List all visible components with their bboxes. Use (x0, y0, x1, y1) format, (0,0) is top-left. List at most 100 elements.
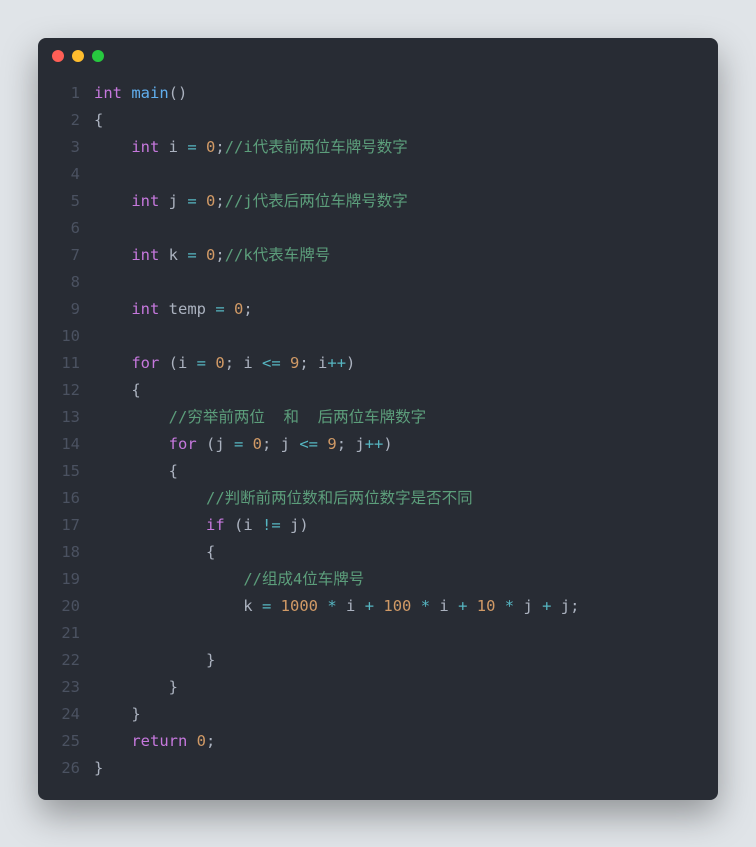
code-token: 1000 (281, 597, 318, 615)
code-token: k (94, 597, 262, 615)
line-number: 20 (38, 593, 94, 620)
code-line: 22 } (38, 647, 718, 674)
code-area[interactable]: 1int main()2{3 int i = 0;//i代表前两位车牌号数字4 … (38, 74, 718, 800)
code-content: int i = 0;//i代表前两位车牌号数字 (94, 134, 718, 161)
code-token: + (458, 597, 467, 615)
line-number: 26 (38, 755, 94, 782)
code-token: 0 (253, 435, 262, 453)
code-token: ; (206, 732, 215, 750)
code-token: != (262, 516, 281, 534)
code-token: 0 (234, 300, 243, 318)
code-token: 0 (206, 192, 215, 210)
code-line: 24 } (38, 701, 718, 728)
code-content: { (94, 377, 718, 404)
code-line: 7 int k = 0;//k代表车牌号 (38, 242, 718, 269)
code-line: 19 //组成4位车牌号 (38, 566, 718, 593)
code-content: //判断前两位数和后两位数字是否不同 (94, 485, 718, 512)
code-token (94, 732, 131, 750)
code-token: { (94, 543, 215, 561)
code-line: 6 (38, 215, 718, 242)
code-content: for (j = 0; j <= 9; j++) (94, 431, 718, 458)
code-line: 16 //判断前两位数和后两位数字是否不同 (38, 485, 718, 512)
code-content: k = 1000 * i + 100 * i + 10 * j + j; (94, 593, 718, 620)
code-line: 1int main() (38, 80, 718, 107)
line-number: 15 (38, 458, 94, 485)
code-token: ) (383, 435, 392, 453)
minimize-icon[interactable] (72, 50, 84, 62)
code-token: 10 (477, 597, 496, 615)
code-token (94, 354, 131, 372)
code-content (94, 620, 718, 647)
code-token: { (94, 111, 103, 129)
code-token (318, 435, 327, 453)
code-token: + (365, 597, 374, 615)
code-token (374, 597, 383, 615)
code-content (94, 269, 718, 296)
code-token: for (131, 354, 159, 372)
code-line: 13 //穷举前两位 和 后两位车牌数字 (38, 404, 718, 431)
code-content: { (94, 458, 718, 485)
code-content (94, 161, 718, 188)
line-number: 12 (38, 377, 94, 404)
line-number: 22 (38, 647, 94, 674)
code-content: return 0; (94, 728, 718, 755)
code-token: //i代表前两位车牌号数字 (225, 138, 408, 156)
code-line: 2{ (38, 107, 718, 134)
code-line: 5 int j = 0;//j代表后两位车牌号数字 (38, 188, 718, 215)
close-icon[interactable] (52, 50, 64, 62)
code-token: if (206, 516, 225, 534)
code-token: int (131, 192, 159, 210)
code-token: //判断前两位数和后两位数字是否不同 (206, 489, 473, 507)
code-token (187, 732, 196, 750)
line-number: 2 (38, 107, 94, 134)
code-line: 9 int temp = 0; (38, 296, 718, 323)
code-line: 23 } (38, 674, 718, 701)
code-token: k (159, 246, 187, 264)
code-token: i (337, 597, 365, 615)
line-number: 13 (38, 404, 94, 431)
code-token: * (327, 597, 336, 615)
code-token: ) (346, 354, 355, 372)
code-token: //组成4位车牌号 (243, 570, 364, 588)
code-token (467, 597, 476, 615)
line-number: 9 (38, 296, 94, 323)
code-token: <= (299, 435, 318, 453)
code-token: (i (159, 354, 196, 372)
code-token: = (187, 192, 196, 210)
code-token: = (262, 597, 271, 615)
code-content: } (94, 674, 718, 701)
code-token (94, 489, 206, 507)
line-number: 10 (38, 323, 94, 350)
code-line: 15 { (38, 458, 718, 485)
code-content: int main() (94, 80, 718, 107)
line-number: 24 (38, 701, 94, 728)
line-number: 25 (38, 728, 94, 755)
line-number: 18 (38, 539, 94, 566)
code-token: 0 (215, 354, 224, 372)
code-content: { (94, 539, 718, 566)
code-content: //组成4位车牌号 (94, 566, 718, 593)
code-token: i (159, 138, 187, 156)
code-token: ++ (327, 354, 346, 372)
code-token (411, 597, 420, 615)
code-token: ; (215, 246, 224, 264)
line-number: 17 (38, 512, 94, 539)
code-token: 0 (206, 246, 215, 264)
code-token (94, 570, 243, 588)
code-token: = (234, 435, 243, 453)
code-token: //k代表车牌号 (225, 246, 331, 264)
code-token: temp (159, 300, 215, 318)
line-number: 16 (38, 485, 94, 512)
code-token: int (131, 246, 159, 264)
code-token: int (131, 300, 159, 318)
maximize-icon[interactable] (92, 50, 104, 62)
code-token: = (197, 354, 206, 372)
code-token: { (94, 462, 178, 480)
code-content: int k = 0;//k代表车牌号 (94, 242, 718, 269)
code-token (495, 597, 504, 615)
code-token (94, 246, 131, 264)
code-token: 9 (290, 354, 299, 372)
code-line: 10 (38, 323, 718, 350)
code-content: for (i = 0; i <= 9; i++) (94, 350, 718, 377)
code-token: 100 (383, 597, 411, 615)
